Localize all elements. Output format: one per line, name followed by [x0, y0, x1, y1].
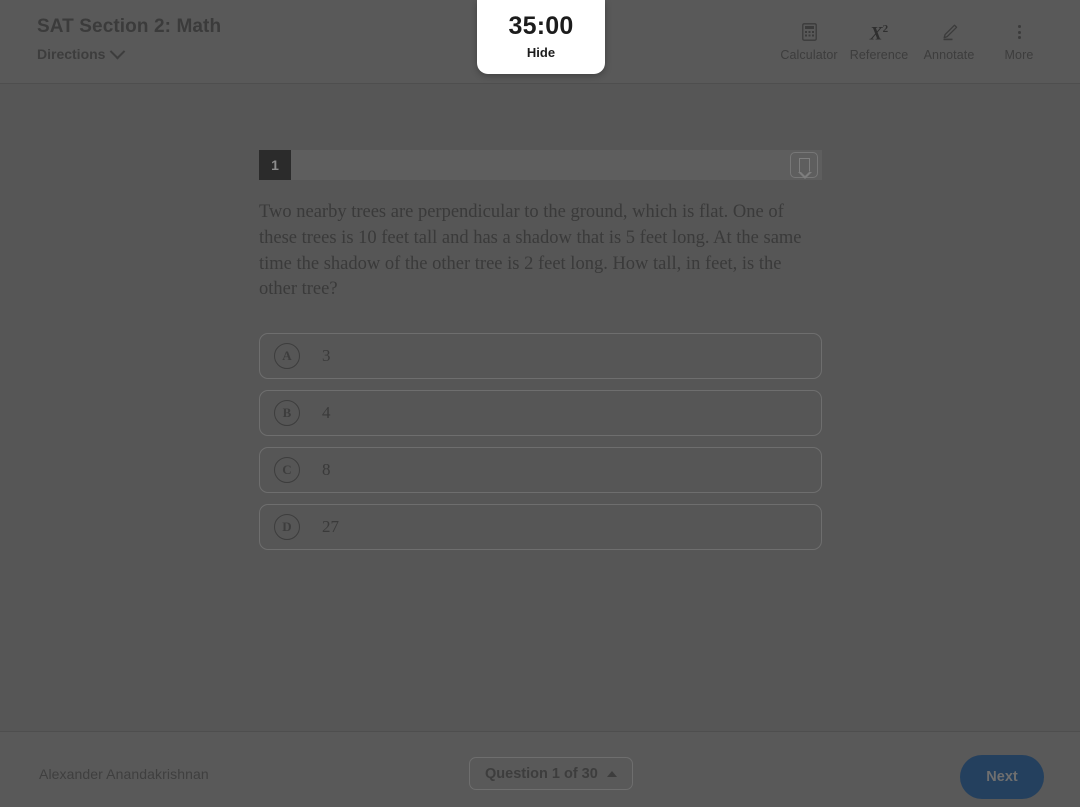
question-header-bar: 1: [259, 150, 822, 180]
content-area: 1 Two nearby trees are perpendicular to …: [0, 85, 1080, 730]
bookmark-icon: [797, 158, 812, 179]
chevron-down-icon: [110, 43, 126, 59]
question-selector-label: Question 1 of 30: [485, 765, 598, 782]
option-text: 27: [322, 517, 339, 537]
question-selector-button[interactable]: Question 1 of 30: [469, 757, 633, 790]
directions-dropdown[interactable]: Directions: [37, 43, 126, 62]
answer-option-a[interactable]: A 3: [259, 333, 822, 380]
next-button[interactable]: Next: [960, 755, 1044, 799]
header-left-group: SAT Section 2: Math Directions: [37, 14, 221, 64]
triangle-up-icon: [606, 770, 617, 777]
calculator-icon: [774, 22, 844, 42]
option-letter-badge: D: [274, 514, 300, 541]
option-letter-badge: B: [274, 400, 300, 427]
more-button[interactable]: More: [984, 22, 1054, 62]
option-text: 4: [322, 403, 331, 423]
answer-option-d[interactable]: D 27: [259, 504, 822, 551]
calculator-label: Calculator: [780, 48, 838, 62]
header-tools: Calculator X2 Reference Annotate More: [774, 22, 1054, 62]
answer-option-c[interactable]: C 8: [259, 447, 822, 494]
annotate-button[interactable]: Annotate: [914, 22, 984, 62]
x-squared-icon: X2: [869, 23, 889, 45]
student-name: Alexander Anandakrishnan: [39, 766, 209, 782]
question-text: Two nearby trees are perpendicular to th…: [259, 202, 802, 300]
reference-label: Reference: [849, 48, 909, 62]
option-letter-badge: C: [274, 457, 300, 484]
option-text: 3: [322, 346, 331, 366]
timer-hide-button[interactable]: Hide: [477, 45, 605, 60]
calculator-button[interactable]: Calculator: [774, 22, 844, 62]
page-title: SAT Section 2: Math: [37, 16, 222, 37]
answer-option-b[interactable]: B 4: [259, 390, 822, 437]
timer-value: 35:00: [508, 12, 574, 40]
highlighter-pen-icon: [914, 22, 984, 42]
option-text: 8: [322, 460, 331, 480]
reference-button[interactable]: X2 Reference: [844, 22, 914, 62]
timer-card[interactable]: 35:00 Hide: [477, 0, 605, 74]
more-vertical-dots-icon: [984, 22, 1054, 42]
bookmark-button[interactable]: [790, 152, 818, 179]
directions-label: Directions: [37, 46, 106, 62]
question-pane: 1 Two nearby trees are perpendicular to …: [259, 150, 822, 551]
annotate-label: Annotate: [923, 48, 975, 62]
option-letter-badge: A: [274, 343, 300, 370]
answer-options-list: A 3 B 4 C 8 D 27: [259, 333, 822, 551]
more-label: More: [1004, 48, 1034, 62]
question-number-badge: 1: [259, 150, 291, 180]
test-app-window: SAT Section 2: Math Directions Calculato…: [0, 0, 1080, 807]
